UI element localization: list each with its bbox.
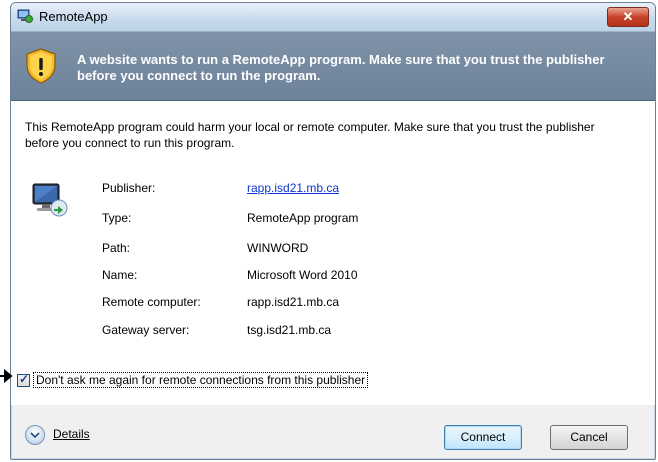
remote-computer-label: Remote computer: — [102, 295, 201, 309]
gateway-server-value: tsg.isd21.mb.ca — [247, 323, 332, 337]
path-value: WINWORD — [247, 241, 309, 255]
chevron-down-icon[interactable] — [25, 425, 45, 445]
pointer-arrow-icon — [0, 368, 14, 384]
remoteapp-icon — [17, 9, 33, 23]
banner-message: A website wants to run a RemoteApp progr… — [77, 52, 605, 83]
checkmark-icon: ✓ — [19, 372, 30, 386]
shield-warning-icon — [25, 48, 57, 84]
computer-icon — [29, 181, 69, 219]
cancel-button[interactable]: Cancel — [550, 425, 628, 450]
close-button[interactable]: ✕ — [607, 7, 649, 27]
publisher-label: Publisher: — [102, 181, 156, 195]
dialog-content: This RemoteApp program could harm your l… — [11, 101, 655, 405]
title-bar[interactable]: RemoteApp ✕ — [11, 3, 655, 32]
dialog-footer: ✓ Don't ask me again for remote connecti… — [11, 372, 655, 459]
path-label: Path: — [102, 241, 131, 255]
type-value: RemoteApp program — [247, 211, 359, 225]
name-label: Name: — [102, 268, 138, 282]
type-label: Type: — [102, 211, 132, 225]
publisher-link[interactable]: rapp.isd21.mb.ca — [247, 181, 339, 195]
dont-ask-checkbox[interactable]: ✓ — [17, 372, 30, 387]
details-button[interactable]: Details — [53, 427, 90, 441]
connect-button[interactable]: Connect — [444, 425, 522, 450]
dont-ask-label[interactable]: Don't ask me again for remote connection… — [33, 372, 369, 388]
window-title: RemoteApp — [39, 9, 108, 24]
remoteapp-dialog: RemoteApp ✕ A website wants to run a Rem… — [10, 2, 656, 460]
warning-text: This RemoteApp program could harm your l… — [25, 120, 595, 150]
security-banner: A website wants to run a RemoteApp progr… — [11, 32, 655, 101]
remote-computer-value: rapp.isd21.mb.ca — [247, 295, 340, 309]
gateway-server-label: Gateway server: — [102, 323, 190, 337]
name-value: Microsoft Word 2010 — [247, 268, 358, 282]
